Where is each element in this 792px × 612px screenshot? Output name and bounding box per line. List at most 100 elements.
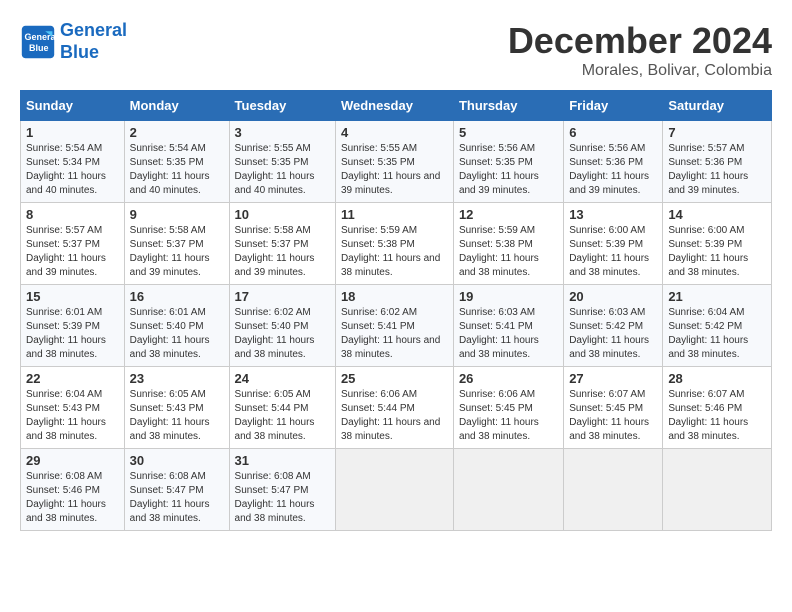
header-sunday: Sunday (21, 91, 125, 121)
day-info: Sunrise: 6:03 AMSunset: 5:41 PMDaylight:… (459, 307, 539, 360)
logo-icon: General Blue (20, 24, 56, 60)
day-number: 3 (235, 125, 330, 140)
calendar-cell: 4 Sunrise: 5:55 AMSunset: 5:35 PMDayligh… (335, 121, 453, 203)
calendar-cell: 2 Sunrise: 5:54 AMSunset: 5:35 PMDayligh… (124, 121, 229, 203)
day-number: 29 (26, 453, 119, 468)
day-info: Sunrise: 6:02 AMSunset: 5:41 PMDaylight:… (341, 307, 440, 360)
calendar-week-row: 8 Sunrise: 5:57 AMSunset: 5:37 PMDayligh… (21, 203, 772, 285)
day-number: 27 (569, 371, 657, 386)
day-info: Sunrise: 5:54 AMSunset: 5:35 PMDaylight:… (130, 143, 210, 196)
day-info: Sunrise: 6:08 AMSunset: 5:46 PMDaylight:… (26, 471, 106, 524)
day-info: Sunrise: 6:08 AMSunset: 5:47 PMDaylight:… (130, 471, 210, 524)
calendar-cell: 22 Sunrise: 6:04 AMSunset: 5:43 PMDaylig… (21, 367, 125, 449)
header-thursday: Thursday (453, 91, 563, 121)
calendar-cell: 24 Sunrise: 6:05 AMSunset: 5:44 PMDaylig… (229, 367, 335, 449)
day-number: 21 (668, 289, 766, 304)
calendar-week-row: 29 Sunrise: 6:08 AMSunset: 5:46 PMDaylig… (21, 449, 772, 531)
calendar-cell: 30 Sunrise: 6:08 AMSunset: 5:47 PMDaylig… (124, 449, 229, 531)
day-info: Sunrise: 6:01 AMSunset: 5:39 PMDaylight:… (26, 307, 106, 360)
day-number: 26 (459, 371, 558, 386)
calendar-cell: 29 Sunrise: 6:08 AMSunset: 5:46 PMDaylig… (21, 449, 125, 531)
day-number: 6 (569, 125, 657, 140)
calendar-cell: 1 Sunrise: 5:54 AMSunset: 5:34 PMDayligh… (21, 121, 125, 203)
calendar-week-row: 15 Sunrise: 6:01 AMSunset: 5:39 PMDaylig… (21, 285, 772, 367)
calendar-cell (453, 449, 563, 531)
header-tuesday: Tuesday (229, 91, 335, 121)
calendar-cell: 26 Sunrise: 6:06 AMSunset: 5:45 PMDaylig… (453, 367, 563, 449)
day-number: 28 (668, 371, 766, 386)
day-number: 11 (341, 207, 448, 222)
day-info: Sunrise: 6:03 AMSunset: 5:42 PMDaylight:… (569, 307, 649, 360)
day-number: 10 (235, 207, 330, 222)
month-title: December 2024 (508, 20, 772, 62)
day-number: 15 (26, 289, 119, 304)
day-info: Sunrise: 6:00 AMSunset: 5:39 PMDaylight:… (668, 225, 748, 278)
calendar-week-row: 22 Sunrise: 6:04 AMSunset: 5:43 PMDaylig… (21, 367, 772, 449)
calendar-cell: 11 Sunrise: 5:59 AMSunset: 5:38 PMDaylig… (335, 203, 453, 285)
day-info: Sunrise: 5:54 AMSunset: 5:34 PMDaylight:… (26, 143, 106, 196)
calendar-cell: 6 Sunrise: 5:56 AMSunset: 5:36 PMDayligh… (564, 121, 663, 203)
calendar-header-row: Sunday Monday Tuesday Wednesday Thursday… (21, 91, 772, 121)
day-number: 20 (569, 289, 657, 304)
calendar-cell: 18 Sunrise: 6:02 AMSunset: 5:41 PMDaylig… (335, 285, 453, 367)
calendar-cell: 21 Sunrise: 6:04 AMSunset: 5:42 PMDaylig… (663, 285, 772, 367)
calendar-cell: 16 Sunrise: 6:01 AMSunset: 5:40 PMDaylig… (124, 285, 229, 367)
day-number: 25 (341, 371, 448, 386)
day-number: 17 (235, 289, 330, 304)
calendar-cell: 15 Sunrise: 6:01 AMSunset: 5:39 PMDaylig… (21, 285, 125, 367)
day-info: Sunrise: 6:07 AMSunset: 5:45 PMDaylight:… (569, 389, 649, 442)
header-friday: Friday (564, 91, 663, 121)
calendar-cell: 28 Sunrise: 6:07 AMSunset: 5:46 PMDaylig… (663, 367, 772, 449)
day-info: Sunrise: 5:56 AMSunset: 5:35 PMDaylight:… (459, 143, 539, 196)
day-number: 12 (459, 207, 558, 222)
day-info: Sunrise: 6:02 AMSunset: 5:40 PMDaylight:… (235, 307, 315, 360)
day-info: Sunrise: 5:59 AMSunset: 5:38 PMDaylight:… (341, 225, 440, 278)
day-number: 24 (235, 371, 330, 386)
day-number: 8 (26, 207, 119, 222)
title-area: December 2024 Morales, Bolivar, Colombia (508, 20, 772, 80)
calendar-cell: 23 Sunrise: 6:05 AMSunset: 5:43 PMDaylig… (124, 367, 229, 449)
day-info: Sunrise: 6:06 AMSunset: 5:44 PMDaylight:… (341, 389, 440, 442)
location-title: Morales, Bolivar, Colombia (508, 62, 772, 80)
day-number: 30 (130, 453, 224, 468)
day-number: 16 (130, 289, 224, 304)
calendar-cell: 25 Sunrise: 6:06 AMSunset: 5:44 PMDaylig… (335, 367, 453, 449)
logo-text: General Blue (60, 20, 127, 63)
day-info: Sunrise: 6:05 AMSunset: 5:44 PMDaylight:… (235, 389, 315, 442)
day-info: Sunrise: 6:05 AMSunset: 5:43 PMDaylight:… (130, 389, 210, 442)
day-info: Sunrise: 5:58 AMSunset: 5:37 PMDaylight:… (235, 225, 315, 278)
logo-line2: Blue (60, 42, 99, 62)
day-info: Sunrise: 5:56 AMSunset: 5:36 PMDaylight:… (569, 143, 649, 196)
day-number: 19 (459, 289, 558, 304)
calendar-cell: 14 Sunrise: 6:00 AMSunset: 5:39 PMDaylig… (663, 203, 772, 285)
header: General Blue General Blue December 2024 … (20, 20, 772, 80)
day-number: 18 (341, 289, 448, 304)
calendar-cell: 17 Sunrise: 6:02 AMSunset: 5:40 PMDaylig… (229, 285, 335, 367)
calendar-cell: 31 Sunrise: 6:08 AMSunset: 5:47 PMDaylig… (229, 449, 335, 531)
day-number: 22 (26, 371, 119, 386)
calendar-table: Sunday Monday Tuesday Wednesday Thursday… (20, 90, 772, 531)
day-info: Sunrise: 5:55 AMSunset: 5:35 PMDaylight:… (341, 143, 440, 196)
day-number: 14 (668, 207, 766, 222)
day-info: Sunrise: 5:59 AMSunset: 5:38 PMDaylight:… (459, 225, 539, 278)
day-info: Sunrise: 5:55 AMSunset: 5:35 PMDaylight:… (235, 143, 315, 196)
calendar-cell: 20 Sunrise: 6:03 AMSunset: 5:42 PMDaylig… (564, 285, 663, 367)
day-info: Sunrise: 6:00 AMSunset: 5:39 PMDaylight:… (569, 225, 649, 278)
logo-line1: General (60, 20, 127, 40)
day-number: 23 (130, 371, 224, 386)
calendar-cell (663, 449, 772, 531)
day-info: Sunrise: 5:58 AMSunset: 5:37 PMDaylight:… (130, 225, 210, 278)
day-number: 31 (235, 453, 330, 468)
day-info: Sunrise: 5:57 AMSunset: 5:36 PMDaylight:… (668, 143, 748, 196)
svg-text:Blue: Blue (29, 43, 49, 53)
day-number: 9 (130, 207, 224, 222)
day-number: 7 (668, 125, 766, 140)
day-info: Sunrise: 6:01 AMSunset: 5:40 PMDaylight:… (130, 307, 210, 360)
calendar-cell (335, 449, 453, 531)
header-monday: Monday (124, 91, 229, 121)
day-number: 1 (26, 125, 119, 140)
day-info: Sunrise: 6:04 AMSunset: 5:43 PMDaylight:… (26, 389, 106, 442)
day-info: Sunrise: 6:06 AMSunset: 5:45 PMDaylight:… (459, 389, 539, 442)
calendar-cell: 7 Sunrise: 5:57 AMSunset: 5:36 PMDayligh… (663, 121, 772, 203)
calendar-cell: 13 Sunrise: 6:00 AMSunset: 5:39 PMDaylig… (564, 203, 663, 285)
